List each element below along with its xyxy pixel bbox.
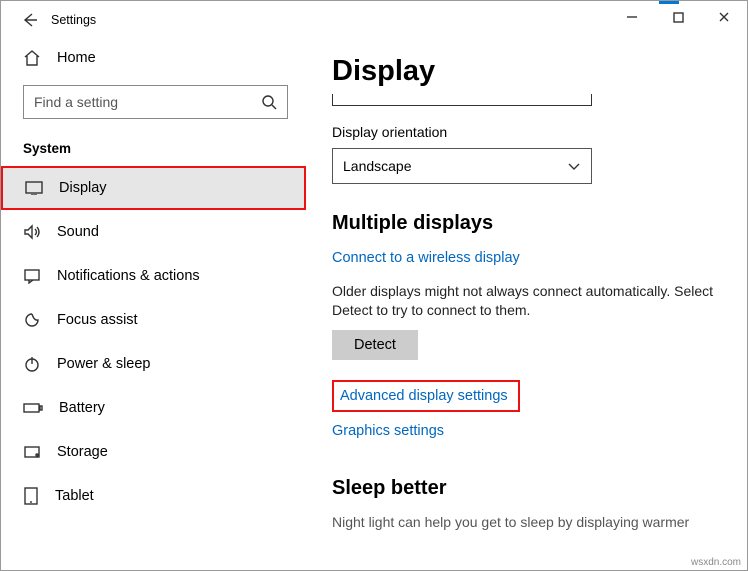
detect-description: Older displays might not always connect …	[332, 282, 721, 320]
orientation-label: Display orientation	[332, 124, 721, 140]
sidebar-item-tablet[interactable]: Tablet	[1, 474, 306, 518]
home-icon	[23, 49, 41, 67]
slider-remnant	[332, 94, 592, 106]
multiple-displays-heading: Multiple displays	[332, 212, 721, 235]
search-input[interactable]: Find a setting	[23, 85, 288, 119]
chevron-down-icon	[567, 161, 581, 171]
page-title: Display	[332, 55, 721, 88]
sidebar-item-label: Display	[59, 180, 107, 196]
window-controls	[609, 1, 747, 33]
search-icon	[261, 94, 277, 110]
orientation-select[interactable]: Landscape	[332, 148, 592, 184]
detect-button[interactable]: Detect	[332, 330, 418, 360]
search-placeholder: Find a setting	[34, 94, 118, 110]
sidebar-item-storage[interactable]: Storage	[1, 430, 306, 474]
sidebar-item-label: Battery	[59, 400, 105, 416]
storage-icon	[23, 445, 41, 459]
orientation-value: Landscape	[343, 158, 412, 174]
sidebar-item-battery[interactable]: Battery	[1, 386, 306, 430]
section-header: System	[1, 119, 306, 166]
watermark: wsxdn.com	[691, 557, 741, 568]
sidebar-item-display[interactable]: Display	[1, 166, 306, 210]
back-arrow-icon	[20, 11, 38, 29]
maximize-button[interactable]	[655, 1, 701, 33]
graphics-settings-link[interactable]: Graphics settings	[332, 423, 444, 439]
tablet-icon	[23, 487, 39, 505]
sidebar-item-focus[interactable]: Focus assist	[1, 298, 306, 342]
advanced-display-link[interactable]: Advanced display settings	[340, 388, 508, 404]
wireless-display-link[interactable]: Connect to a wireless display	[332, 250, 520, 266]
sidebar-item-label: Focus assist	[57, 312, 138, 328]
close-button[interactable]	[701, 1, 747, 33]
main-panel: Display Display orientation Landscape Mu…	[306, 39, 747, 570]
sidebar-item-notifications[interactable]: Notifications & actions	[1, 254, 306, 298]
sound-icon	[23, 224, 41, 240]
home-label: Home	[57, 50, 96, 66]
sleep-description: Night light can help you get to sleep by…	[332, 514, 721, 530]
sidebar-item-label: Sound	[57, 224, 99, 240]
power-icon	[23, 355, 41, 373]
sidebar-item-power[interactable]: Power & sleep	[1, 342, 306, 386]
notifications-icon	[23, 268, 41, 284]
sleep-better-heading: Sleep better	[332, 477, 721, 500]
display-icon	[25, 181, 43, 195]
focus-icon	[23, 311, 41, 329]
minimize-button[interactable]	[609, 1, 655, 33]
sidebar-item-label: Storage	[57, 444, 108, 460]
window-title: Settings	[51, 13, 96, 27]
sidebar-item-label: Notifications & actions	[57, 268, 200, 284]
sidebar-item-label: Tablet	[55, 488, 94, 504]
home-nav[interactable]: Home	[1, 39, 306, 81]
sidebar-item-label: Power & sleep	[57, 356, 151, 372]
sidebar: Home Find a setting System Display Sound…	[1, 39, 306, 570]
battery-icon	[23, 402, 43, 414]
back-button[interactable]	[13, 4, 45, 36]
sidebar-item-sound[interactable]: Sound	[1, 210, 306, 254]
advanced-display-highlight: Advanced display settings	[332, 380, 520, 412]
